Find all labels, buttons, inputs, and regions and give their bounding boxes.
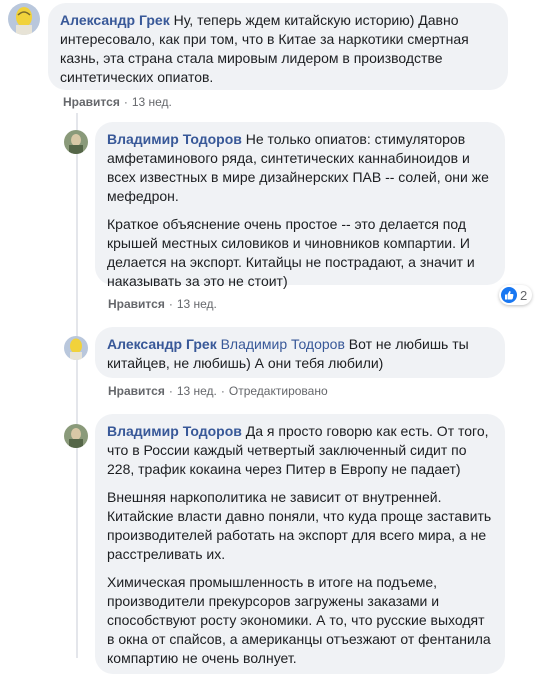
like-button[interactable]: Нравится xyxy=(63,95,120,109)
comment-bubble: Владимир Тодоров Не только опиатов: стим… xyxy=(95,122,505,289)
reaction-count[interactable]: 2 xyxy=(499,285,533,305)
edited-label[interactable]: Отредактировано xyxy=(229,384,328,398)
reaction-count-value: 2 xyxy=(520,287,528,303)
comment-text: Химическая промышленность в итоге на под… xyxy=(107,574,491,666)
comment-author[interactable]: Александр Грек xyxy=(60,12,170,28)
avatar-aleksandr-grek[interactable] xyxy=(8,3,40,35)
comment-actions: Нравится · 13 нед. · Отредактировано xyxy=(108,384,328,398)
comment-author[interactable]: Владимир Тодоров xyxy=(107,131,242,147)
avatar-aleksandr-grek[interactable] xyxy=(64,336,88,360)
comment-bubble: Александр Грек Ну, теперь ждем китайскую… xyxy=(48,3,508,90)
avatar-vladimir-todorov[interactable] xyxy=(64,424,88,448)
comment-timestamp[interactable]: 13 нед. xyxy=(177,297,217,311)
reply-thread-line xyxy=(76,113,78,658)
thumbs-up-icon xyxy=(501,287,517,303)
comment-timestamp[interactable]: 13 нед. xyxy=(177,384,217,398)
avatar-vladimir-todorov[interactable] xyxy=(64,130,88,154)
comment-bubble: Владимир Тодоров Да я просто говорю как … xyxy=(95,414,505,674)
comment-actions: Нравится · 13 нед. xyxy=(63,95,172,109)
comment-actions: Нравится · 13 нед. xyxy=(108,297,217,311)
like-button[interactable]: Нравится xyxy=(108,297,165,311)
comment-timestamp[interactable]: 13 нед. xyxy=(132,95,172,109)
comment-author[interactable]: Владимир Тодоров xyxy=(107,423,242,439)
like-button[interactable]: Нравится xyxy=(108,384,165,398)
mention-link[interactable]: Владимир Тодоров xyxy=(221,336,345,352)
comment-author[interactable]: Александр Грек xyxy=(107,336,217,352)
comment-text: Внешняя наркополитика не зависит от внут… xyxy=(107,489,492,562)
comment-text: Краткое объяснение очень простое -- это … xyxy=(107,216,475,289)
comment-bubble: Александр Грек Владимир Тодоров Вот не л… xyxy=(95,327,505,378)
